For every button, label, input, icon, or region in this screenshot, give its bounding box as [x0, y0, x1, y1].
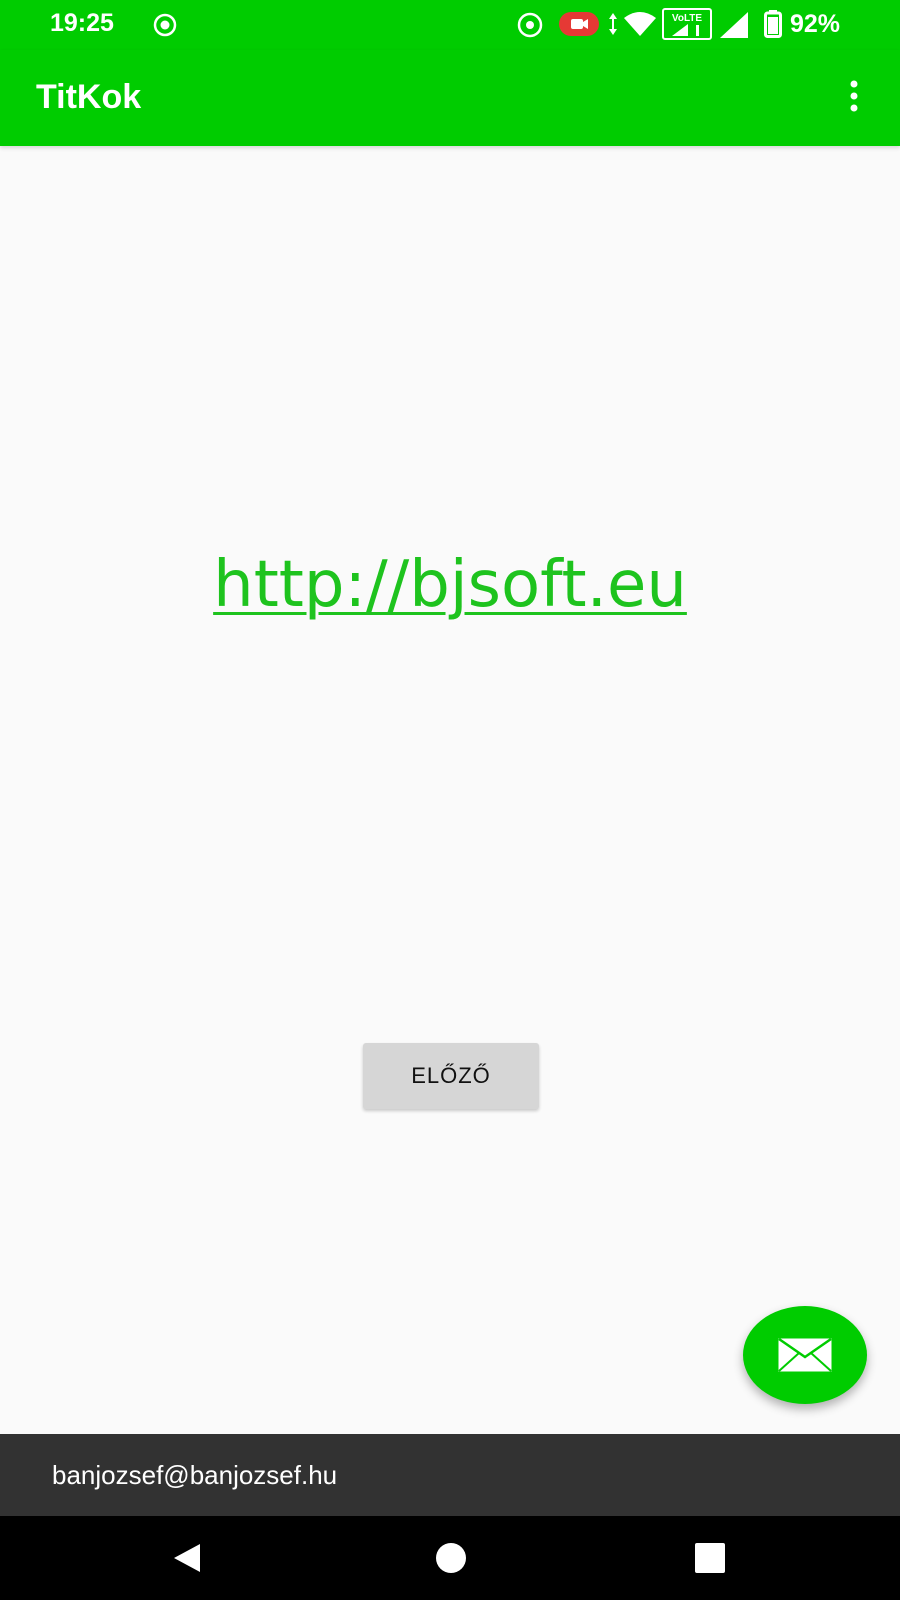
wifi-icon — [624, 12, 656, 36]
system-nav-bar — [0, 1516, 900, 1600]
screen-record-icon — [153, 13, 177, 37]
contact-email[interactable]: banjozsef@banjozsef.hu — [52, 1460, 337, 1491]
status-bar: 19:25 VoLTE 92% — [0, 0, 900, 50]
svg-text:VoLTE: VoLTE — [672, 13, 703, 24]
volte-icon: VoLTE — [662, 8, 712, 40]
data-arrows-icon — [609, 13, 617, 35]
back-icon[interactable] — [170, 1540, 206, 1576]
signal-icon — [720, 12, 748, 38]
home-icon[interactable] — [433, 1540, 469, 1576]
email-snackbar: banjozsef@banjozsef.hu — [0, 1434, 900, 1516]
camera-record-icon — [559, 12, 599, 36]
mail-icon — [778, 1337, 832, 1372]
status-time: 19:25 — [50, 9, 114, 37]
overflow-menu-icon[interactable] — [848, 76, 860, 116]
battery-icon — [764, 10, 782, 38]
app-bar: TitKok — [0, 50, 900, 146]
battery-percent: 92% — [790, 10, 841, 38]
email-fab-button[interactable] — [743, 1306, 867, 1404]
app-title: TitKok — [36, 78, 142, 116]
previous-button[interactable]: ELŐZŐ — [363, 1043, 539, 1109]
recents-icon[interactable] — [693, 1541, 727, 1575]
website-link[interactable]: http://bjsoft.eu — [0, 548, 900, 622]
eye-icon — [517, 12, 543, 38]
